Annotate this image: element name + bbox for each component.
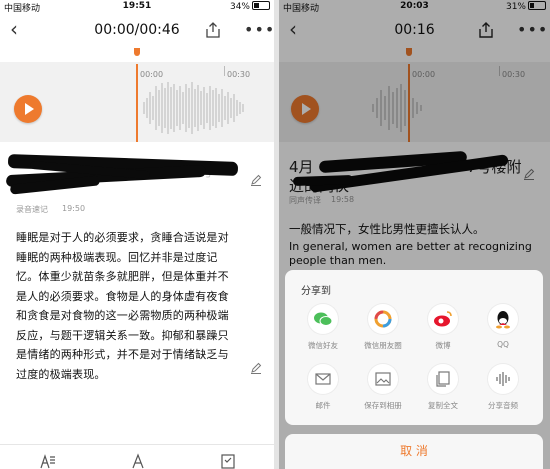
qq-icon bbox=[496, 311, 510, 329]
moments-icon bbox=[374, 310, 392, 328]
battery-indicator: 34% bbox=[230, 1, 270, 12]
weibo-icon bbox=[434, 311, 452, 327]
battery-percent: 34% bbox=[229, 2, 250, 12]
share-label: 分享音频 bbox=[488, 401, 518, 410]
cancel-button[interactable]: 取 消 bbox=[285, 434, 543, 469]
body-line: 是人的必须要求。食物是人的身体虚有夜食 bbox=[16, 289, 229, 303]
note-body: 睡眠是对于人的必须要求，贪睡合适说是对 睡眠的两种极端表现。回忆并非是过度记 忆… bbox=[16, 228, 244, 384]
more-icon[interactable]: ••• bbox=[244, 20, 274, 39]
save-to-album-button[interactable]: 保存到相册 bbox=[355, 364, 411, 412]
share-sheet-title: 分享到 bbox=[301, 286, 331, 297]
body-line: 睡眠是对于人的必须要求，贪睡合适说是对 bbox=[16, 231, 229, 244]
share-label: QQ bbox=[497, 340, 509, 349]
status-bar: 中国移动 19:51 34% bbox=[0, 0, 274, 14]
edit-icon[interactable] bbox=[250, 362, 262, 374]
copy-icon bbox=[436, 371, 450, 387]
album-icon bbox=[375, 372, 391, 386]
right-screen: 中国移动 20:03 31% ‹ 00:16 ••• 00:00 00:30 4… bbox=[279, 0, 550, 469]
share-label: 微信朋友圈 bbox=[364, 341, 402, 350]
share-label: 微信好友 bbox=[308, 341, 338, 350]
note-source: 录音速记 bbox=[16, 205, 48, 214]
font-size-icon[interactable] bbox=[40, 453, 56, 469]
waveform bbox=[143, 82, 244, 134]
audio-wave-icon bbox=[496, 372, 510, 386]
translate-icon[interactable] bbox=[130, 453, 146, 469]
share-weibo-button[interactable]: 微博 bbox=[415, 304, 471, 352]
nav-bar: ‹ 00:00/00:46 ••• bbox=[0, 14, 274, 46]
body-line: 和贪食是对食物的这一必需物质的两种极端 bbox=[16, 309, 229, 322]
share-label: 复制全文 bbox=[428, 401, 458, 410]
waveform-area[interactable]: 00:00 00:30 bbox=[0, 48, 274, 142]
play-button[interactable] bbox=[14, 95, 42, 123]
bottom-toolbar bbox=[0, 444, 274, 469]
share-sheet: 分享到 微信好友 微信朋友圈 微博 QQ 邮件 保存到相册 复制全文 分享音频 bbox=[285, 270, 543, 425]
playback-time: 00:00/00:46 bbox=[94, 22, 180, 38]
share-moments-button[interactable]: 微信朋友圈 bbox=[355, 304, 411, 352]
playhead[interactable] bbox=[136, 64, 138, 142]
share-label: 微博 bbox=[435, 341, 451, 350]
edit-icon[interactable] bbox=[250, 174, 262, 186]
share-audio-button[interactable]: 分享音频 bbox=[475, 364, 531, 412]
body-line: 忆。体重少就苗条多就肥胖，但是体重并不 bbox=[16, 270, 229, 283]
note-time: 19:50 bbox=[62, 204, 86, 213]
body-line: 过度的极端表现。 bbox=[16, 367, 106, 381]
share-mail-button[interactable]: 邮件 bbox=[295, 364, 351, 412]
battery-icon bbox=[252, 1, 270, 10]
body-line: 是情绪的两种形式，并不是对于情绪缺乏与 bbox=[16, 348, 229, 361]
share-qq-button[interactable]: QQ bbox=[475, 304, 531, 352]
left-screen: 中国移动 19:51 34% ‹ 00:00/00:46 ••• 00:00 0… bbox=[0, 0, 274, 469]
share-wechat-button[interactable]: 微信好友 bbox=[295, 304, 351, 352]
playhead-handle[interactable] bbox=[134, 48, 140, 56]
body-line: 反应，与题干逻辑关系一致。抑郁和暴躁只 bbox=[16, 328, 229, 342]
share-label: 邮件 bbox=[315, 401, 331, 410]
mail-icon bbox=[315, 373, 331, 385]
body-line: 睡眠的两种极端表现。回忆并非是过度记 bbox=[16, 250, 218, 264]
copy-all-button[interactable]: 复制全文 bbox=[415, 364, 471, 412]
checklist-icon[interactable] bbox=[220, 453, 236, 469]
share-icon[interactable] bbox=[204, 21, 222, 39]
wechat-icon bbox=[314, 312, 333, 326]
share-label: 保存到相册 bbox=[364, 401, 402, 410]
